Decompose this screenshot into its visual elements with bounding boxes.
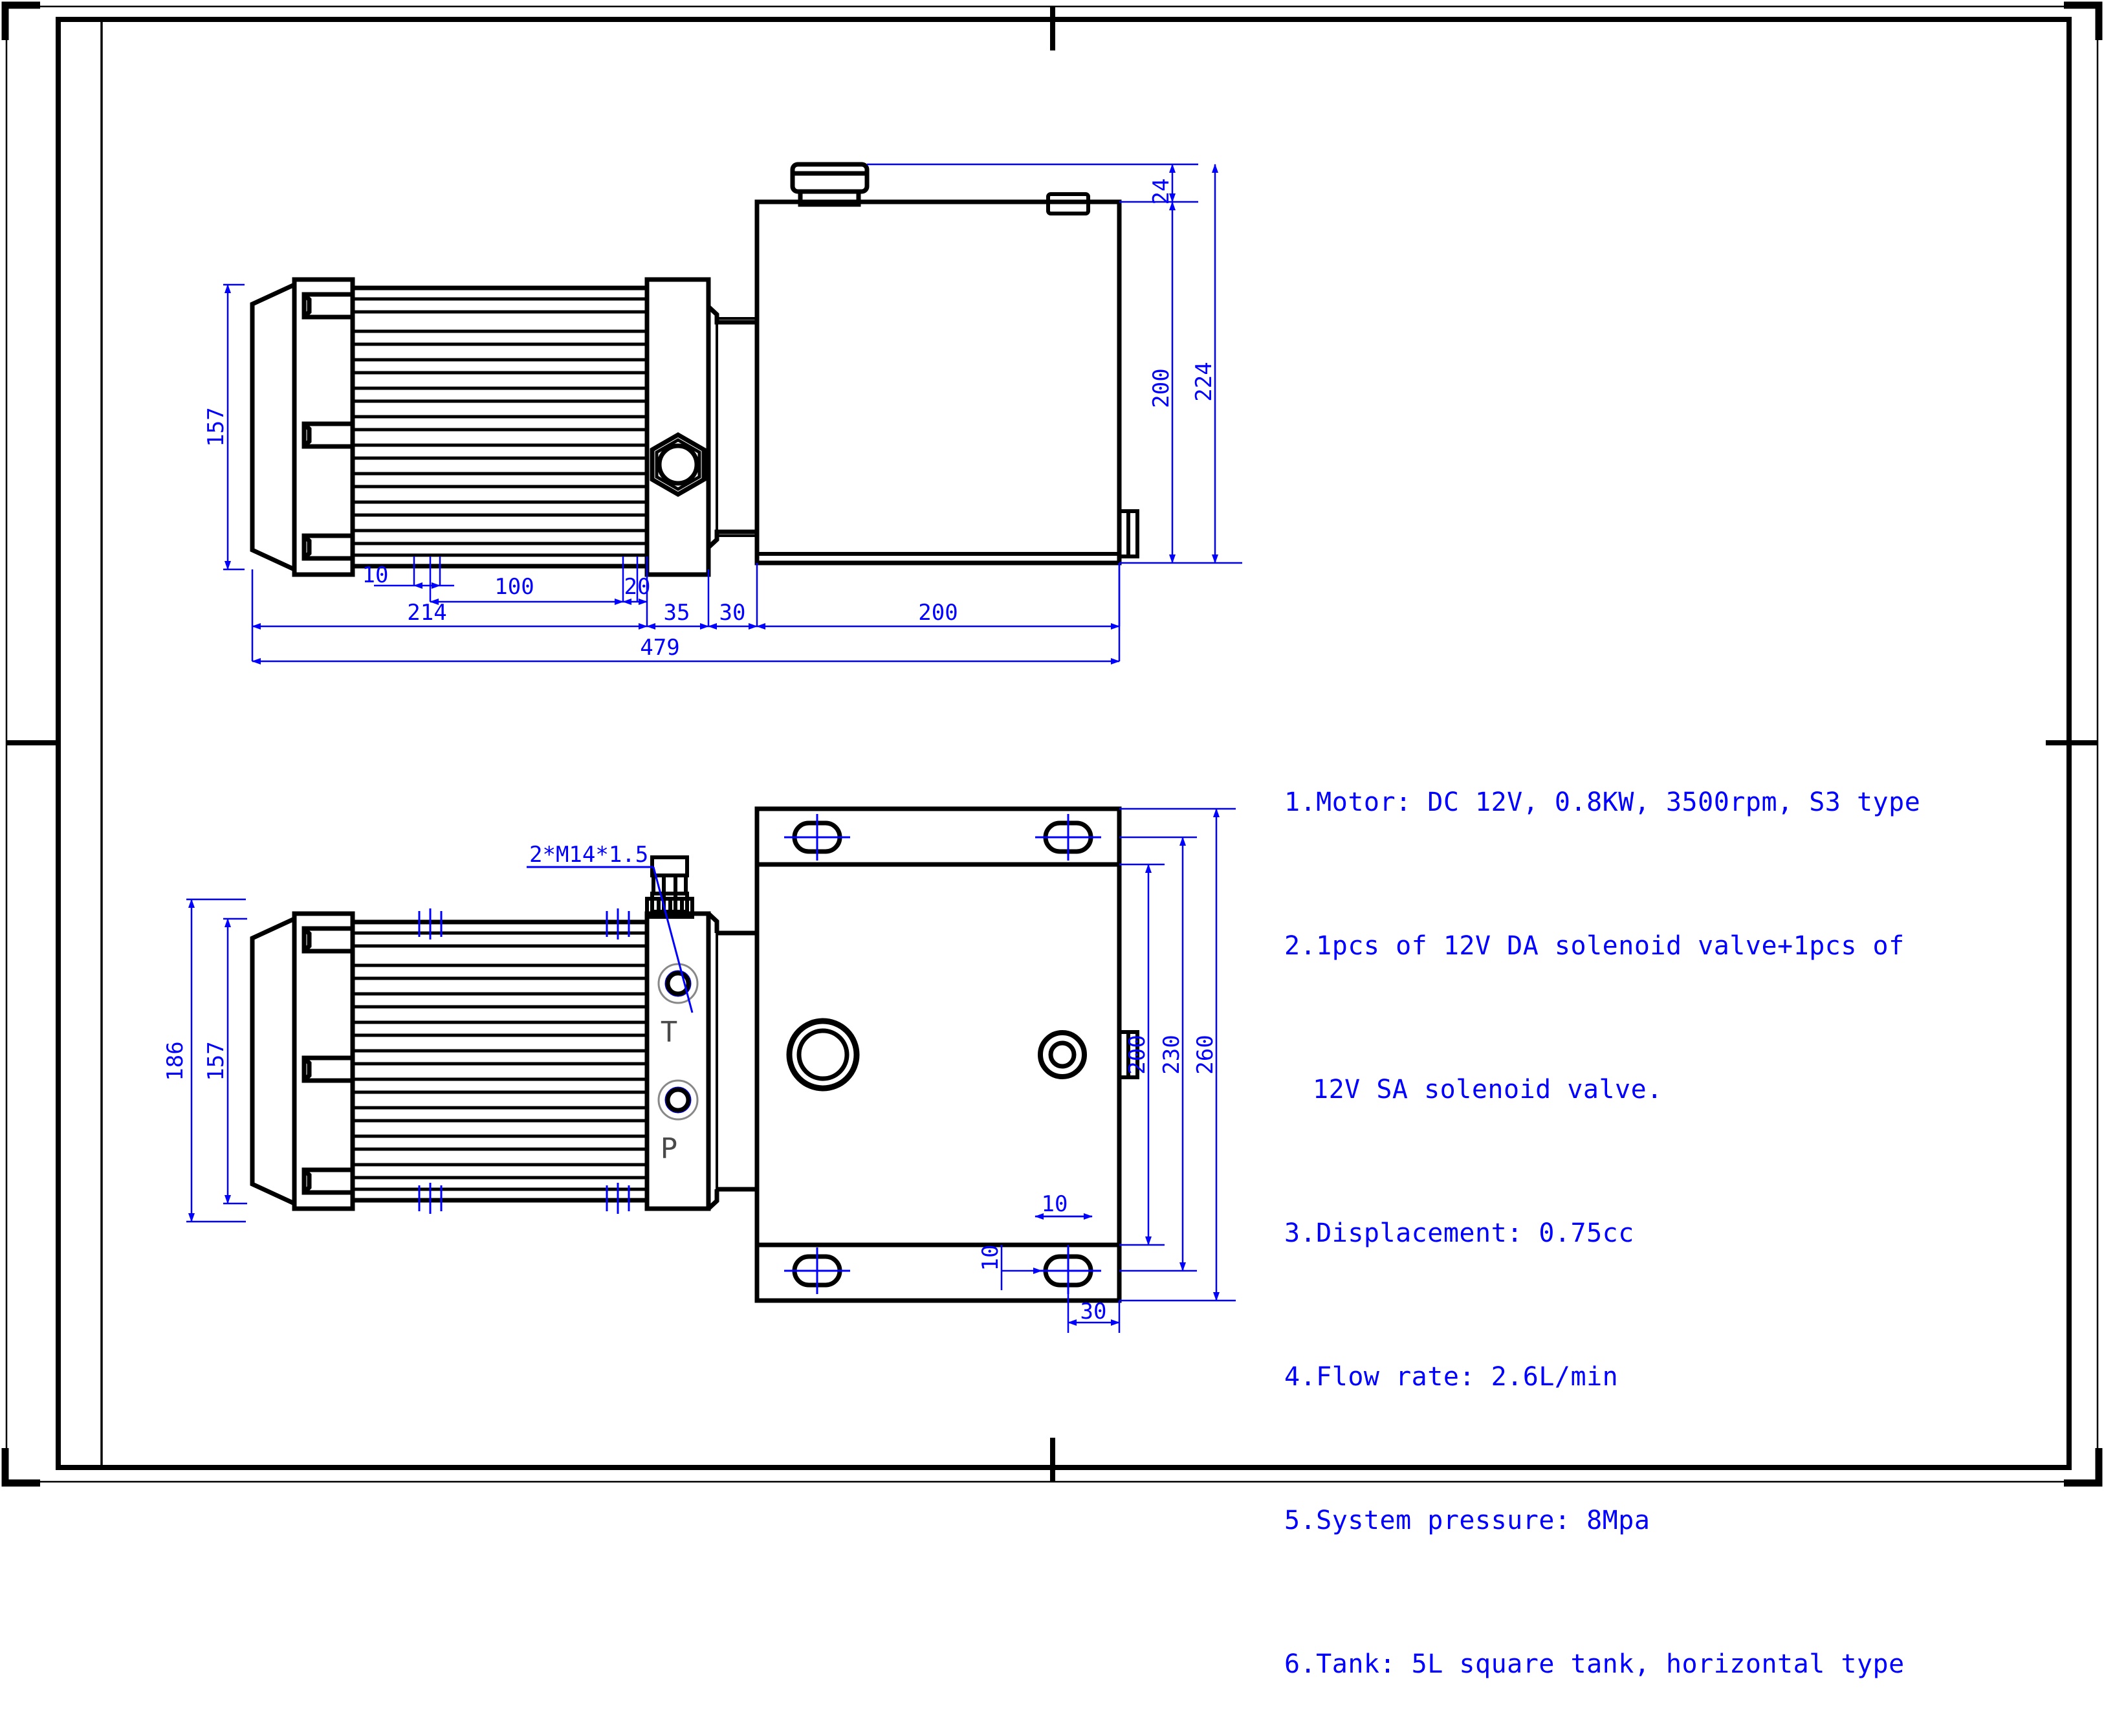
filler-opening xyxy=(786,1018,860,1092)
note-item-3: 3.Displacement: 0.75cc xyxy=(1284,1218,1634,1248)
motor-mounting-lugs-plan xyxy=(301,926,355,1195)
thread-callout-text: 2*M14*1.5 xyxy=(529,842,648,868)
slot-centerlines xyxy=(784,814,1101,1294)
dim-200-tank-len: 200 xyxy=(918,600,958,626)
dim-214: 214 xyxy=(407,600,446,626)
valve-block xyxy=(644,277,711,577)
tank-drain-fitting xyxy=(1117,509,1139,558)
port-t-label: T xyxy=(661,1016,678,1049)
tank-filler-cap xyxy=(790,162,870,207)
dim-10-y: 10 xyxy=(978,1245,1003,1271)
drawing-sheet: 157 10 100 20 214 35 30 200 479 24 200 2… xyxy=(0,0,2104,1679)
note-item-4: 4.Flow rate: 2.6L/min xyxy=(1284,1362,1619,1392)
tank-body xyxy=(754,199,1122,566)
note-item-2-cont: 12V SA solenoid valve. xyxy=(1313,1075,1663,1104)
motor-mounting-lugs xyxy=(301,292,355,561)
port-p-circle xyxy=(657,1079,699,1121)
dim-100: 100 xyxy=(494,574,534,600)
dim-186: 186 xyxy=(162,1041,188,1081)
motor-body xyxy=(350,285,650,569)
mounting-slots xyxy=(784,814,1101,1294)
note-item-6: 6.Tank: 5L square tank, horizontal type xyxy=(1284,1649,1905,1679)
cooling-fins xyxy=(353,297,647,557)
dim-30-top: 30 xyxy=(719,600,746,626)
note-item-5: 5.System pressure: 8Mpa xyxy=(1284,1506,1650,1535)
tank-adapter xyxy=(706,303,758,551)
port-t-circle xyxy=(657,963,699,1004)
dim-157-bottom: 157 xyxy=(203,1041,229,1081)
dim-230: 230 xyxy=(1159,1035,1185,1074)
dim-260: 260 xyxy=(1192,1035,1218,1074)
dim-35: 35 xyxy=(664,600,690,626)
dim-24: 24 xyxy=(1148,179,1174,205)
dim-30-bottom: 30 xyxy=(1080,1299,1107,1324)
dim-10-x: 10 xyxy=(1042,1191,1068,1217)
valve-threaded-connector xyxy=(645,855,694,919)
dim-157-top: 157 xyxy=(203,407,229,446)
port-p-label: P xyxy=(661,1132,678,1165)
view-plan: 186 157 200 230 260 10 10 30 2*M14*1.5 T… xyxy=(162,806,1236,1333)
note-item-1: 1.Motor: DC 12V, 0.8KW, 3500rpm, S3 type xyxy=(1284,787,1921,817)
plug-opening xyxy=(1038,1030,1087,1079)
cooling-fins-plan xyxy=(353,931,647,1191)
view-side-elevation: 157 10 100 20 214 35 30 200 479 24 200 2… xyxy=(203,162,1242,665)
tank-adapter-plan xyxy=(707,912,758,1211)
note-item-2: 2.1pcs of 12V DA solenoid valve+1pcs of xyxy=(1284,931,1905,961)
tank-face-openings xyxy=(786,1018,1087,1092)
dim-479: 479 xyxy=(640,635,679,661)
pressure-relief-hex-nut xyxy=(652,435,704,494)
dim-200-tank-h: 200 xyxy=(1148,368,1174,408)
motor-body-plan xyxy=(350,919,650,1203)
dim-200-tank-w: 200 xyxy=(1124,1035,1150,1074)
specification-notes: 1.Motor: DC 12V, 0.8KW, 3500rpm, S3 type… xyxy=(1284,683,2061,1736)
fin-center-marks xyxy=(418,908,630,1214)
dim-224: 224 xyxy=(1191,362,1217,401)
dim-10: 10 xyxy=(362,562,389,588)
tank-plan-body xyxy=(754,806,1122,1303)
tank-breather-plug xyxy=(1046,192,1090,215)
dim-20: 20 xyxy=(624,574,651,600)
